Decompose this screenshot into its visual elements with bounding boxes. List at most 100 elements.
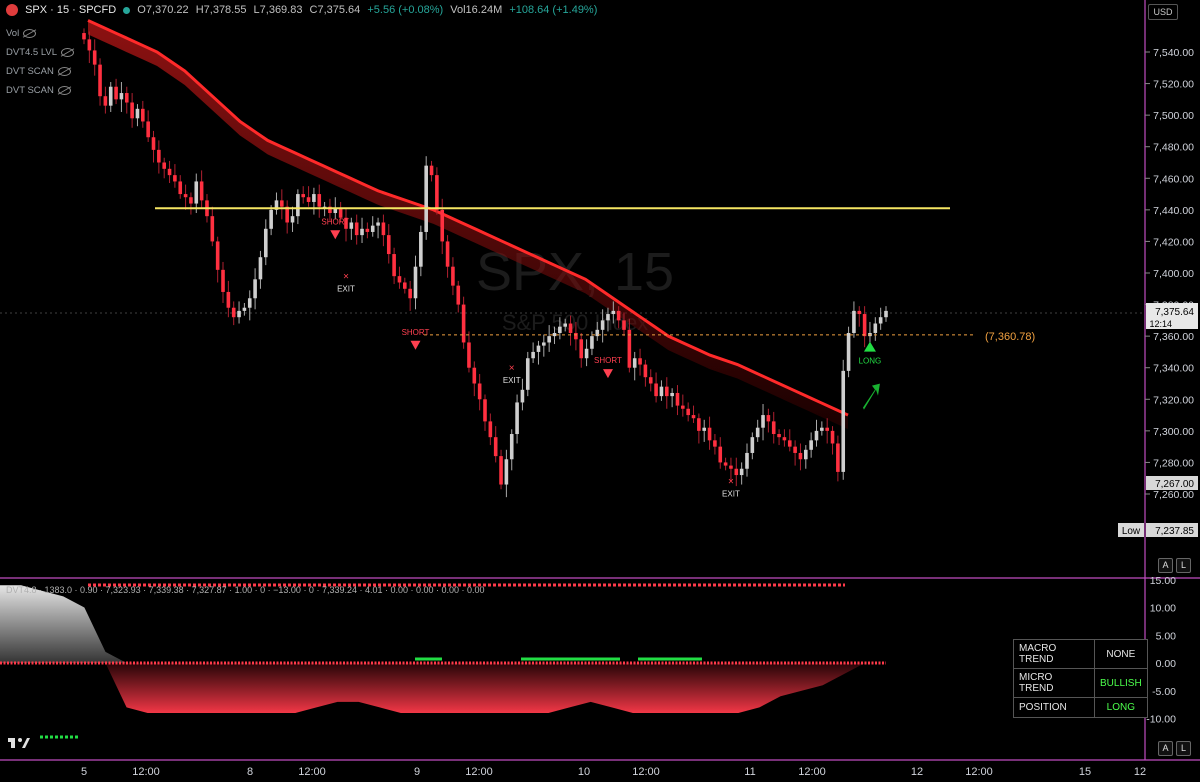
candle-body	[119, 93, 124, 100]
candle-body	[675, 392, 680, 406]
indicator-label: DVT4.5 LVL	[6, 47, 58, 58]
price-tick-label: 7,400.00	[1153, 268, 1194, 280]
candle-body	[584, 348, 589, 359]
candle-body	[520, 389, 525, 403]
candle-body	[638, 358, 642, 365]
candle-body	[755, 427, 760, 438]
candle-body	[542, 342, 546, 346]
candle-body	[477, 383, 482, 400]
candle-body	[681, 405, 685, 409]
time-axis[interactable]: 5 12:00 8 12:00 9 12:00 10 12:00 11 12:00 12 12:00 1…	[81, 766, 1146, 778]
candle-body	[771, 421, 776, 435]
candle-body	[836, 443, 840, 472]
price-tick-label: 7,340.00	[1153, 363, 1194, 375]
candle-body	[713, 440, 717, 447]
candle-body	[611, 310, 616, 315]
hidden-eye-icon[interactable]	[61, 48, 75, 57]
candle-body	[820, 427, 824, 431]
candle-body	[157, 149, 161, 163]
candle-body	[317, 194, 322, 207]
candle-body	[392, 254, 396, 277]
candle-body	[852, 310, 856, 333]
time-tick-label: 12	[911, 766, 923, 778]
candle-body	[370, 225, 375, 232]
oscillator-tick-label: 15.00	[1150, 575, 1176, 587]
candle-body	[403, 282, 407, 289]
ohlc-low: L7,369.83	[253, 4, 303, 16]
candle-body	[632, 358, 637, 368]
candle-body	[124, 93, 129, 103]
candle-body	[226, 291, 231, 308]
hidden-eye-icon[interactable]	[57, 67, 71, 76]
trend-key: POSITION	[1013, 697, 1095, 718]
short-arrow-icon	[602, 369, 613, 379]
price-tick-label: 7,500.00	[1153, 110, 1194, 122]
price-axis[interactable]: 7,540.00 7,520.00 7,500.00 7,480.00 7,460.00…	[1145, 47, 1194, 501]
candle-body	[574, 332, 578, 340]
level-label: (7,360.78)	[985, 331, 1035, 343]
tradingview-logo-icon	[8, 738, 30, 748]
candle-body	[296, 194, 300, 217]
symbol-badge-icon	[6, 4, 18, 17]
indicator-row[interactable]: Vol	[6, 24, 74, 43]
candle-body	[606, 314, 610, 321]
osc-auto-scale-button[interactable]: A	[1158, 741, 1173, 756]
candle-body	[600, 320, 605, 330]
indicator-row[interactable]: DVT4.5 LVL	[6, 43, 75, 62]
market-status-icon	[123, 6, 131, 14]
indicator-row[interactable]: DVT SCAN	[6, 81, 74, 100]
log-scale-button[interactable]: L	[1176, 558, 1191, 573]
ohlc-high: H7,378.55	[195, 4, 247, 16]
candle-body	[386, 235, 391, 255]
hidden-eye-icon[interactable]	[57, 86, 71, 95]
candle-body	[873, 323, 878, 333]
auto-scale-button[interactable]: A	[1158, 558, 1173, 573]
candle-body	[525, 358, 530, 390]
candle-body	[558, 326, 562, 333]
price-tick-label: 7,440.00	[1153, 205, 1194, 217]
trend-table: MACRO TREND NONE MICRO TREND BULLISH POS…	[1013, 639, 1148, 718]
candle-body	[237, 310, 241, 318]
candle-body	[365, 228, 370, 232]
candle-body	[707, 427, 712, 441]
hidden-eye-icon[interactable]	[23, 29, 37, 38]
candle-body	[536, 345, 541, 352]
signal-label: LONG	[859, 357, 882, 366]
oscillator-tick-label: -5.00	[1152, 686, 1176, 698]
candle-body	[408, 288, 412, 299]
candle-body	[686, 408, 690, 416]
indicator-row[interactable]: DVT SCAN	[6, 62, 74, 81]
signal-label: EXIT	[337, 284, 355, 293]
oscillator-legend[interactable]: DVT4.8 · 1383.0 · 0.90 · 7,323.93 · 7,33…	[6, 585, 485, 595]
time-tick-label: 8	[247, 766, 253, 778]
oscillator-pane	[0, 583, 886, 739]
symbol-title[interactable]: SPX · 15 · SPCFD	[25, 4, 116, 16]
candle-body	[857, 310, 862, 315]
last-price-value: 7,375.64	[1155, 307, 1194, 318]
candle-body	[413, 266, 418, 299]
oscillator-tick-label: 10.00	[1150, 603, 1176, 615]
long-trend-arrow-icon	[862, 383, 880, 410]
candle-body	[135, 108, 140, 119]
candle-body	[804, 449, 808, 460]
candle-body	[376, 222, 380, 226]
price-tick-label: 7,480.00	[1153, 142, 1194, 154]
oscillator-positive-area	[0, 585, 127, 663]
candle-body	[814, 430, 819, 441]
osc-log-scale-button[interactable]: L	[1176, 741, 1191, 756]
candle-body	[648, 377, 653, 384]
oscillator-axis[interactable]: 15.00 10.00 5.00 0.00 -5.00 -10.00	[1146, 575, 1176, 726]
candle-body	[590, 336, 594, 349]
candle-body	[627, 329, 632, 368]
candle-body	[167, 168, 172, 176]
signal-label: SHORT	[321, 217, 349, 226]
trend-row-macro: MACRO TREND NONE	[1013, 639, 1148, 669]
candle-body	[151, 137, 156, 150]
candle-body	[563, 323, 567, 327]
candle-body	[429, 165, 434, 176]
candle-body	[499, 456, 503, 485]
candle-body	[547, 336, 551, 343]
price-tick-label: 7,420.00	[1153, 236, 1194, 248]
currency-button[interactable]: USD	[1148, 4, 1178, 20]
time-tick-label: 10	[578, 766, 590, 778]
